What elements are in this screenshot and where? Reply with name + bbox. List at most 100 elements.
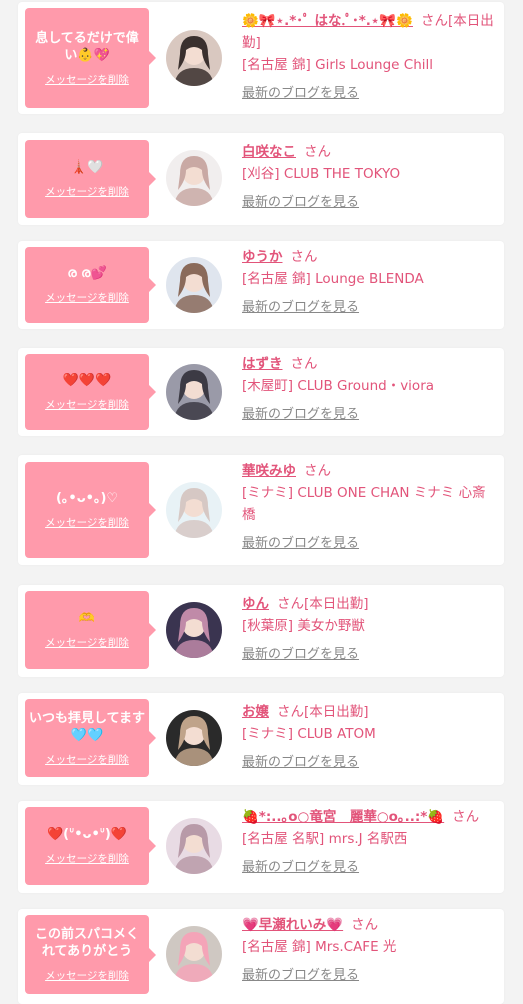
cast-name-link[interactable]: ゆん bbox=[242, 596, 269, 612]
avatar[interactable] bbox=[166, 602, 222, 658]
message-text: 🗼🤍 bbox=[70, 160, 104, 175]
avatar-photo bbox=[166, 150, 222, 206]
delete-message-link[interactable]: メッセージを削除 bbox=[45, 851, 129, 866]
latest-blog-link[interactable]: 最新のブログを見る bbox=[242, 644, 498, 666]
message-text: (｡•ᴗ•｡)♡ bbox=[55, 491, 119, 506]
work-status: [本日出勤] bbox=[304, 704, 369, 720]
cast-name-link[interactable]: お嬢 bbox=[242, 704, 269, 720]
latest-blog-link[interactable]: 最新のブログを見る bbox=[242, 297, 498, 319]
list-item: ❤️(ᐡ•ᴗ•ᐡ)❤️ メッセージを削除 🍓*:..｡o○竜宮 麗華○o｡..:*🍓… bbox=[18, 801, 504, 893]
honorific: さん bbox=[290, 249, 318, 265]
latest-blog-link[interactable]: 最新のブログを見る bbox=[242, 533, 498, 555]
latest-blog-link[interactable]: 最新のブログを見る bbox=[242, 965, 498, 987]
work-status: [本日出勤] bbox=[304, 596, 369, 612]
latest-blog-link[interactable]: 最新のブログを見る bbox=[242, 752, 498, 774]
message-bubble: ര ര💕 メッセージを削除 bbox=[25, 247, 156, 323]
latest-blog-link[interactable]: 最新のブログを見る bbox=[242, 857, 498, 879]
message-bubble: 🫶 メッセージを削除 bbox=[25, 591, 156, 669]
delete-message-link[interactable]: メッセージを削除 bbox=[45, 290, 129, 305]
list-item: (｡•ᴗ•｡)♡ メッセージを削除 華咲みゆ さん [ミナミ] CLUB ONE CHA… bbox=[18, 455, 504, 565]
message-text: ര ര💕 bbox=[67, 266, 107, 281]
name-line: 💗早瀬れいみ💗 さん bbox=[242, 914, 498, 936]
avatar[interactable] bbox=[166, 30, 222, 86]
name-line: ゆん さん[本日出勤] bbox=[242, 593, 498, 615]
message-bubble: ❤️(ᐡ•ᴗ•ᐡ)❤️ メッセージを削除 bbox=[25, 807, 156, 885]
list-item: いつも拝見してます🩵🩵 メッセージを削除 お嬢 さん[本日出勤] [ミナミ] CLUB … bbox=[18, 693, 504, 785]
message-text: 🫶 bbox=[78, 611, 96, 626]
cast-info: 💗早瀬れいみ💗 さん [名古屋 錦] Mrs.CAFE 光最新のブログを見る bbox=[242, 914, 498, 987]
name-line: 🍓*:..｡o○竜宮 麗華○o｡..:*🍓 さん bbox=[242, 806, 498, 828]
shop-name: [ミナミ] CLUB ATOM bbox=[242, 726, 376, 742]
cast-info: はずき さん [木屋町] CLUB Ground・viora 最新のブログを見る bbox=[242, 353, 498, 426]
honorific: さん bbox=[290, 356, 318, 372]
cast-info: 白咲なこ さん [刈谷] CLUB THE TOKYO 最新のブログを見る bbox=[242, 141, 498, 214]
avatar-photo bbox=[166, 602, 222, 658]
message-text: ❤️❤️❤️ bbox=[62, 373, 112, 388]
cast-info: 🌼🎀⋆.*･ﾟ はな.ﾟ･*.⋆🎀🌼 さん[本日出勤] [名古屋 錦] Girls … bbox=[242, 10, 498, 105]
avatar[interactable] bbox=[166, 710, 222, 766]
list-item: ❤️❤️❤️ メッセージを削除 はずき さん [木屋町] CLUB Ground・vio… bbox=[18, 348, 504, 436]
cast-name-link[interactable]: はずき bbox=[242, 356, 283, 372]
cast-name-link[interactable]: 💗早瀬れいみ💗 bbox=[242, 917, 343, 933]
list-item: 🗼🤍 メッセージを削除 白咲なこ さん [刈谷] CLUB THE TOKYO 最新のブロ… bbox=[18, 133, 504, 225]
delete-message-link[interactable]: メッセージを削除 bbox=[45, 397, 129, 412]
cast-info: 🍓*:..｡o○竜宮 麗華○o｡..:*🍓 さん [名古屋 名駅] mrs.J 名駅… bbox=[242, 806, 498, 879]
avatar-photo bbox=[166, 364, 222, 420]
cast-name-link[interactable]: 🌼🎀⋆.*･ﾟ はな.ﾟ･*.⋆🎀🌼 bbox=[242, 13, 413, 29]
message-bubble: この前スパコメくれてありがとう メッセージを削除 bbox=[25, 915, 156, 994]
message-bubble: いつも拝見してます🩵🩵 メッセージを削除 bbox=[25, 699, 156, 777]
message-bubble: 息してるだけで偉い👶💖 メッセージを削除 bbox=[25, 8, 156, 108]
honorific: さん bbox=[304, 463, 331, 479]
latest-blog-link[interactable]: 最新のブログを見る bbox=[242, 83, 498, 105]
shop-name: [名古屋 錦] Lounge BLENDA bbox=[242, 271, 424, 287]
avatar[interactable] bbox=[166, 818, 222, 874]
latest-blog-link[interactable]: 最新のブログを見る bbox=[242, 404, 498, 426]
name-line: ゆうか さん bbox=[242, 246, 498, 268]
name-line: 華咲みゆ さん bbox=[242, 460, 498, 482]
delete-message-link[interactable]: メッセージを削除 bbox=[45, 515, 129, 530]
avatar-photo bbox=[166, 818, 222, 874]
shop-name: [木屋町] CLUB Ground・viora bbox=[242, 378, 435, 394]
shop-name: [名古屋 錦] Girls Lounge Chill bbox=[242, 57, 434, 73]
name-line: 白咲なこ さん bbox=[242, 141, 498, 163]
name-line: はずき さん bbox=[242, 353, 498, 375]
avatar[interactable] bbox=[166, 364, 222, 420]
cast-info: お嬢 さん[本日出勤] [ミナミ] CLUB ATOM 最新のブログを見る bbox=[242, 701, 498, 774]
avatar[interactable] bbox=[166, 150, 222, 206]
message-bubble: ❤️❤️❤️ メッセージを削除 bbox=[25, 354, 156, 430]
shop-name: [刈谷] CLUB THE TOKYO bbox=[242, 166, 401, 182]
message-list: 息してるだけで偉い👶💖 メッセージを削除 🌼🎀⋆.*･ﾟ はな.ﾟ･*.⋆🎀🌼 さん[… bbox=[0, 0, 523, 1004]
delete-message-link[interactable]: メッセージを削除 bbox=[45, 184, 129, 199]
delete-message-link[interactable]: メッセージを削除 bbox=[45, 635, 129, 650]
delete-message-link[interactable]: メッセージを削除 bbox=[45, 72, 129, 87]
name-line: お嬢 さん[本日出勤] bbox=[242, 701, 498, 723]
cast-name-link[interactable]: 白咲なこ bbox=[242, 144, 296, 160]
delete-message-link[interactable]: メッセージを削除 bbox=[45, 752, 129, 767]
shop-name: [秋葉原] 美女か野獣 bbox=[242, 618, 365, 634]
list-item: 息してるだけで偉い👶💖 メッセージを削除 🌼🎀⋆.*･ﾟ はな.ﾟ･*.⋆🎀🌼 さん [… bbox=[18, 2, 504, 114]
cast-name-link[interactable]: 華咲みゆ bbox=[242, 463, 296, 479]
avatar[interactable] bbox=[166, 926, 222, 982]
honorific: さん bbox=[277, 704, 304, 720]
avatar-photo bbox=[166, 30, 222, 86]
avatar-photo bbox=[166, 710, 222, 766]
avatar-photo bbox=[166, 482, 222, 538]
avatar[interactable] bbox=[166, 257, 222, 313]
message-text: いつも拝見してます🩵🩵 bbox=[29, 710, 145, 743]
latest-blog-link[interactable]: 最新のブログを見る bbox=[242, 192, 498, 214]
cast-info: 華咲みゆ さん [ミナミ] CLUB ONE CHAN ミナミ 心斎橋最新のブログを… bbox=[242, 460, 498, 555]
message-bubble: (｡•ᴗ•｡)♡ メッセージを削除 bbox=[25, 462, 156, 558]
message-text: 息してるだけで偉い👶💖 bbox=[35, 30, 139, 63]
message-bubble: 🗼🤍 メッセージを削除 bbox=[25, 140, 156, 218]
cast-info: ゆん さん[本日出勤] [秋葉原] 美女か野獣最新のブログを見る bbox=[242, 593, 498, 666]
avatar-photo bbox=[166, 257, 222, 313]
cast-info: ゆうか さん [名古屋 錦] Lounge BLENDA 最新のブログを見る bbox=[242, 246, 498, 319]
cast-name-link[interactable]: 🍓*:..｡o○竜宮 麗華○o｡..:*🍓 bbox=[242, 809, 444, 825]
avatar[interactable] bbox=[166, 482, 222, 538]
delete-message-link[interactable]: メッセージを削除 bbox=[45, 968, 129, 983]
list-item: 🫶 メッセージを削除 ゆん さん[本日出勤] [秋葉原] 美女か野獣最新のブログを見る bbox=[18, 585, 504, 677]
cast-name-link[interactable]: ゆうか bbox=[242, 249, 283, 265]
shop-name: [ミナミ] CLUB ONE CHAN ミナミ 心斎橋 bbox=[242, 485, 486, 523]
message-text: ❤️(ᐡ•ᴗ•ᐡ)❤️ bbox=[46, 827, 128, 842]
list-item: この前スパコメくれてありがとう メッセージを削除 💗早瀬れいみ💗 さん [名古屋 錦] … bbox=[18, 909, 504, 1004]
